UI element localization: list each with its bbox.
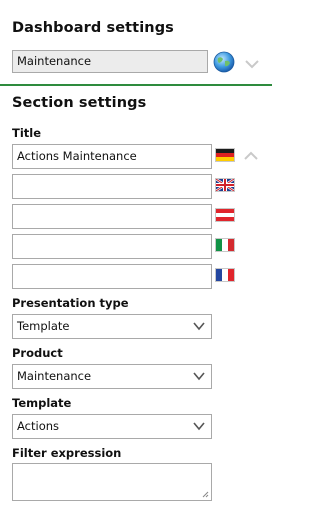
chevron-down-icon [193,422,205,431]
chevron-down-icon [193,372,205,381]
template-value: Actions [17,419,60,433]
title-field-austrian[interactable] [12,204,212,229]
template-select[interactable]: Actions [12,414,212,439]
product-label: Product [12,346,63,360]
presentation-type-select[interactable]: Template [12,314,212,339]
presentation-type-value: Template [17,319,70,333]
flag-it-icon [215,238,235,252]
title-field-french[interactable] [12,264,212,289]
title-field-italian[interactable] [12,234,212,259]
flag-at-icon [215,208,235,222]
section-divider [0,84,272,86]
title-label: Title [12,126,42,140]
title-field-german[interactable]: Actions Maintenance [12,144,212,169]
presentation-type-label: Presentation type [12,296,129,310]
product-select[interactable]: Maintenance [12,364,212,389]
chevron-down-icon[interactable] [244,55,260,69]
title-field-english[interactable] [12,174,212,199]
section-settings-heading: Section settings [12,95,147,111]
globe-icon[interactable] [213,51,235,73]
chevron-down-icon [193,322,205,331]
dashboard-settings-heading: Dashboard settings [12,20,174,36]
flag-fr-icon [215,268,235,282]
resize-grip-icon[interactable] [201,490,209,498]
product-value: Maintenance [17,369,92,383]
flag-de-icon [215,148,235,162]
dashboard-select[interactable]: Maintenance [12,50,208,73]
template-label: Template [12,396,72,410]
filter-expression-textarea[interactable] [12,463,212,501]
flag-uk-icon [215,178,235,192]
chevron-up-icon[interactable] [243,147,259,160]
filter-expression-label: Filter expression [12,446,122,460]
